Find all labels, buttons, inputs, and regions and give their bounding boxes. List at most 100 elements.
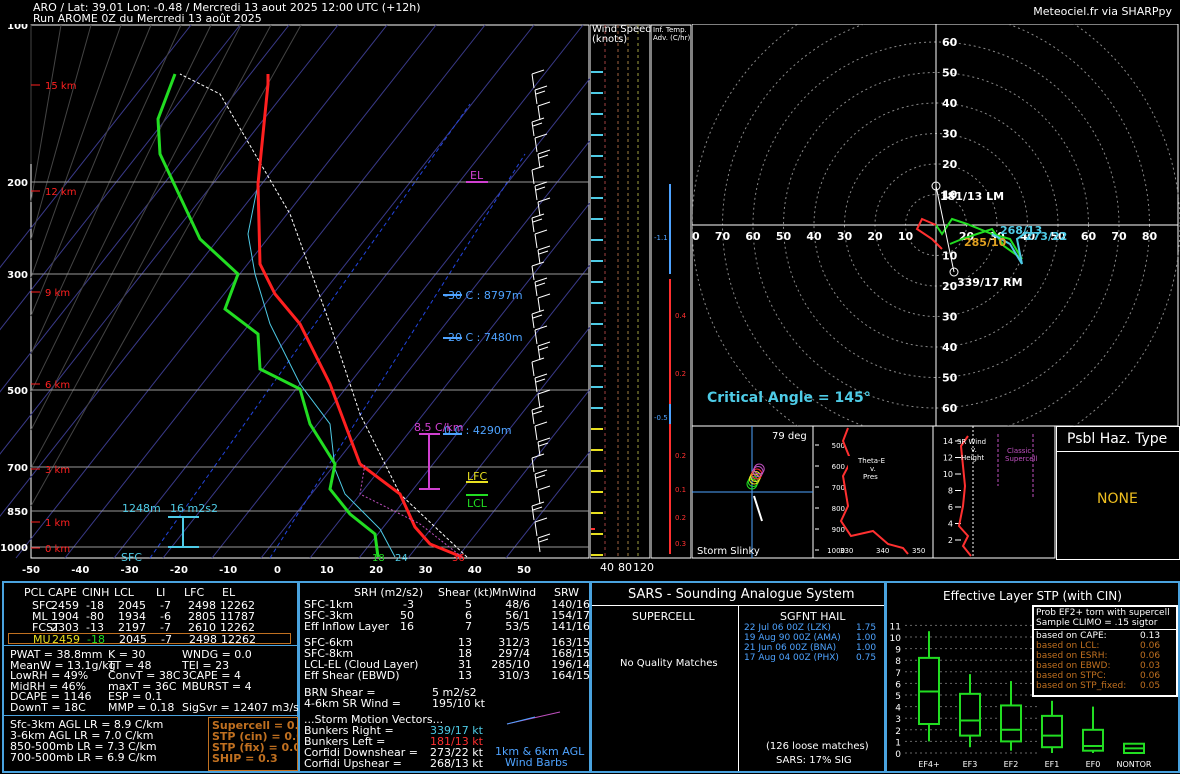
sr-wind-panel: 14 12 10 8 6 4 2 SR Wind v. Height Classic Sup… [933,426,1056,559]
temp-label: -20 [170,565,188,576]
stp-panel: Effective Layer STP (with CIN) 11 10 9 8 7 6 5… [885,581,1180,773]
stp-category: EF4+ [918,760,939,769]
height-label: 12 km [45,187,76,198]
pressure-label: 700 [7,463,28,474]
ws-axis-40: 40 [600,561,614,574]
kin-shear: 13 [458,669,472,682]
ws-axis-80: 80 [618,561,632,574]
sars-match-size: 0.75 [856,653,877,663]
stp-y-tick: 1 [895,738,901,748]
prob-box: Prob EF2+ torn with supercell Sample CLI… [1032,605,1178,697]
height-label: 6 km [45,380,70,391]
hodo-x-label: 70 [715,230,731,243]
sars-no-match: No Quality Matches [620,658,718,669]
prob-value: 0.06 [1140,641,1161,651]
sr-h-tick: 10 [943,470,953,479]
kin-srw: 164/15 [551,669,590,682]
hodo-x-label: 20 [867,230,883,243]
kinematics-panel: SRH (m2/s2) Shear (kt) MnWind SRW SFC-1km -3… [298,581,591,773]
pressure-label: 100 [7,24,28,32]
stp-y-tick: 11 [890,622,901,632]
wind-speed-panel [590,24,651,559]
hodo-rm: 339/17 RM [957,276,1023,289]
theta-x-tick: 330 [840,547,853,555]
prob-value: 0.06 [1140,651,1161,661]
prob-value: 0.13 [1140,631,1161,641]
prob-title-1: Prob EF2+ torn with supercell [1036,608,1170,618]
temp-adv-panel [651,24,692,559]
sars-title: SARS - Sounding Analogue System [628,587,855,602]
theta-title-2: v. [870,465,876,473]
sr-classic: Classic [1007,447,1031,455]
kin-layer: Eff Inflow Layer [304,620,390,633]
prob-label: based on ESRH: [1036,651,1108,661]
temp-label: 40 [468,565,482,576]
theta-p-tick: 800 [832,505,845,513]
slinky-label: Storm Slinky [697,546,760,557]
parcel-header: LFC [184,586,205,599]
theta-x-tick: 350 [912,547,925,555]
lapse-rate: 700-500mb LR = 6.9 C/km [10,751,157,764]
height-label: 0 km [45,544,70,555]
kin-layer: Eff Shear (EBWD) [304,669,400,682]
sr-title-1: SR Wind [957,438,986,446]
stp-y-tick: 10 [890,634,902,644]
composite-box: Supercell = 0.0 STP (cin) = 0.0 STP (fix) … [208,717,306,771]
temp-adv-v8: 0.3 [675,540,687,548]
parcel-header: LI [156,586,166,599]
lcl-label: LCL [467,497,488,510]
storm-motion-label: Corfidi Upshear = [304,757,402,770]
pressure-label: 200 [7,178,28,189]
m30-label: -30 C : 8797m [444,289,523,302]
prob-label: based on STP_fixed: [1036,681,1127,691]
wind-speed-units: (knots) [592,34,628,45]
pressure-label: 300 [7,270,28,281]
prob-label: based on STPC: [1036,671,1107,681]
ws-axis-120: 120 [633,561,654,574]
kin-srw: 141/16 [551,620,590,633]
storm-slinky: 79 deg Storm Slinky [692,426,814,559]
sr-h-tick: 8 [948,487,953,496]
skewt-diagram: 1002003005007008501000 15 km12 km9 km6 k… [0,24,592,576]
parcel-header: CINH [82,586,110,599]
stp-box [1041,714,1063,749]
height-label: 9 km [45,288,70,299]
hodo-x-label: 50 [776,230,792,243]
prob-title-2: Sample CLIMO = .15 sigtor [1036,618,1158,628]
temp-adv-title: Inf. Temp. [653,26,687,34]
parcel-row: MU 2459 -18 2045 -7 2498 12262 [8,633,291,646]
prob-value: 0.06 [1140,671,1161,681]
mini-barbs [506,711,561,725]
parcel-header: CAPE [48,586,77,599]
hazard-title: Psbl Haz. Type [1067,431,1168,447]
hodo-y-label: 30 [942,311,958,324]
stp-y-tick: 4 [895,704,901,714]
temp-label: 0 [274,565,281,576]
theta-title-1: Theta-E [857,457,885,465]
sr-h-tick: 2 [948,536,953,545]
temp-adv-v6: 0.1 [675,486,687,494]
eff-lapse-label: 8.5 C/km [414,421,463,434]
sars-match: 17 Aug 04 00Z (PHX) [744,653,839,663]
stp-category: EF1 [1045,760,1060,769]
stp-title: Effective Layer STP (with CIN) [943,589,1122,603]
theta-p-tick: 600 [832,463,845,471]
header-source: Meteociel.fr via SHARPpy [1033,5,1172,18]
hodo-y-label: 60 [942,36,958,49]
temp-label: -40 [71,565,89,576]
kin-mnwind: 53/5 [505,620,530,633]
sr-supercell: Supercell [1005,455,1037,463]
hodo-up: 273/22 [1025,230,1067,243]
prob-label: based on CAPE: [1036,631,1107,641]
parcel-header: PCL [24,586,45,599]
sars-panel: SARS - Sounding Analogue System SUPERCEL… [590,581,886,773]
theta-e-panel: 5006007008009001000330 340 350 Theta-E v. … [813,426,934,559]
sr-h-tick: 6 [948,503,953,512]
temp-label: -10 [219,565,237,576]
sars-supercell: SUPERCELL [632,610,695,623]
composite-index: SHIP = 0.3 [212,752,278,765]
slinky-deg: 79 deg [772,431,807,442]
temp-adv-v2: 0.4 [675,312,687,320]
parcel-header: LCL [114,586,134,599]
stp-box [959,692,981,737]
